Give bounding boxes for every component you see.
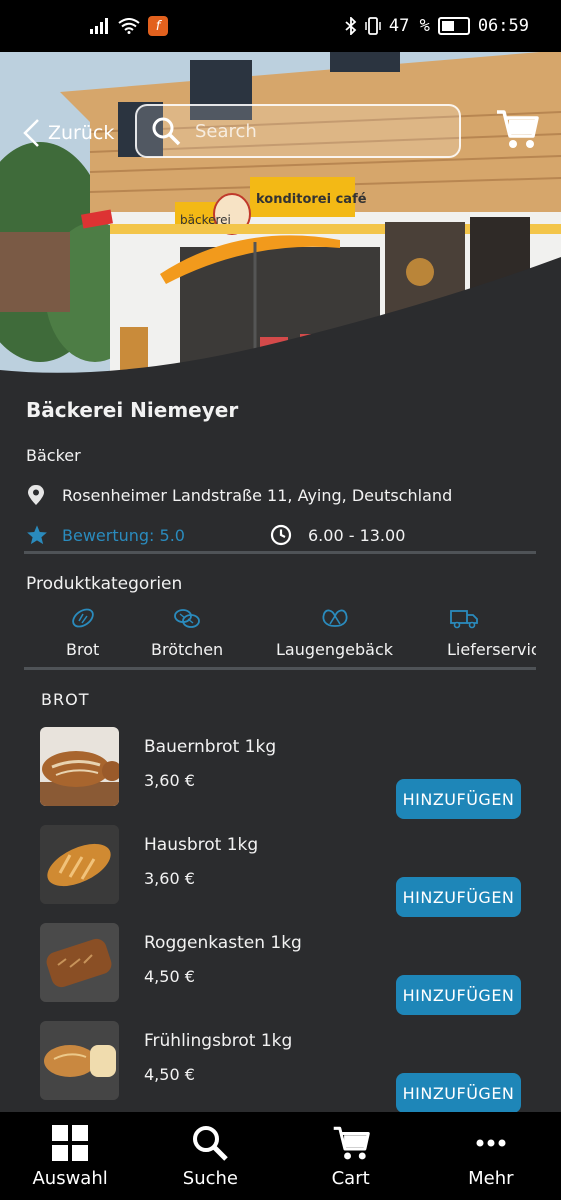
category-label: Brötchen [151,640,224,659]
clock: 06:59 [477,16,529,36]
product-image [40,1021,119,1100]
product-image [40,923,119,1002]
battery-icon [437,17,470,35]
cart-icon [333,1126,370,1159]
signal-icon [90,18,108,34]
search-input[interactable] [193,119,417,143]
back-label: Zurück [48,122,115,144]
nav-auswahl[interactable]: Auswahl [0,1124,140,1189]
bluetooth-icon [345,17,357,35]
rolls-icon [174,609,200,628]
divider [24,667,536,670]
search-icon [193,1125,229,1161]
rating-hours-row: Bewertung: 5.0 6.00 - 13.00 [26,524,536,546]
cart-icon [497,110,539,148]
add-to-cart-button[interactable]: HINZUFÜGEN [396,779,521,819]
location-pin-icon [28,485,44,505]
nav-mehr[interactable]: Mehr [421,1124,561,1189]
section-label: BROT [41,690,90,709]
add-to-cart-button[interactable]: HINZUFÜGEN [396,975,521,1015]
delivery-truck-icon [450,610,478,629]
category-list: Brot Brötchen Laugengebäck Lieferservice [26,606,536,662]
nav-label: Mehr [468,1167,514,1189]
grid-icon [52,1124,89,1161]
nav-label: Suche [182,1167,238,1189]
category-label: Lieferservice [447,640,536,659]
add-to-cart-button[interactable]: HINZUFÜGEN [396,877,521,917]
product-name: Bauernbrot 1kg [144,737,277,757]
chevron-left-icon [23,119,39,147]
categories-title: Produktkategorien [26,574,183,594]
product-item: Roggenkasten 1kg 4,50 € HINZUFÜGEN [40,923,521,1015]
hours-text: 6.00 - 13.00 [308,525,406,545]
more-icon [476,1139,506,1146]
star-icon [27,525,47,545]
bottom-nav: Auswahl Suche Cart Mehr [0,1112,561,1200]
product-name: Roggenkasten 1kg [144,933,302,953]
product-item: Hausbrot 1kg 3,60 € HINZUFÜGEN [40,825,521,917]
battery-percent: 47 % [388,16,430,36]
nav-suche[interactable]: Suche [140,1124,280,1189]
shop-info: Bäckerei Niemeyer Bäcker Rosenheimer Lan… [26,398,536,546]
product-price: 4,50 € [144,967,195,986]
add-to-cart-button[interactable]: HINZUFÜGEN [396,1073,521,1113]
vibrate-icon [365,17,381,35]
bread-icon [71,608,94,628]
sign-cafe: konditorei café [256,192,367,207]
product-name: Hausbrot 1kg [144,835,259,855]
product-image [40,727,119,806]
cart-button[interactable] [495,108,539,154]
wifi-icon [118,18,140,34]
category-label: Brot [66,640,100,659]
category-label: Laugengebäck [276,640,394,659]
product-price: 3,60 € [144,771,195,790]
back-button[interactable]: Zurück [22,118,114,148]
search-icon [152,117,181,146]
opening-hours: 6.00 - 13.00 [270,524,405,546]
product-price: 4,50 € [144,1065,195,1084]
category-broetchen[interactable]: Brötchen [151,606,223,659]
shop-name: Bäckerei Niemeyer [26,398,239,422]
nav-label: Cart [331,1167,370,1189]
search-bar[interactable] [135,104,461,158]
divider [24,551,536,554]
clock-icon [270,524,292,546]
nav-cart[interactable]: Cart [281,1124,421,1189]
product-price: 3,60 € [144,869,195,888]
rating: Bewertung: 5.0 [26,524,270,546]
product-image [40,825,119,904]
shop-address[interactable]: Rosenheimer Landstraße 11, Aying, Deutsc… [26,484,452,506]
product-item: Bauernbrot 1kg 3,60 € HINZUFÜGEN [40,727,521,819]
product-name: Frühlingsbrot 1kg [144,1031,293,1051]
product-item: Frühlingsbrot 1kg 4,50 € HINZUFÜGEN [40,1021,521,1113]
category-lieferservice[interactable]: Lieferservice [447,606,536,659]
category-laugengebaeck[interactable]: Laugengebäck [276,606,393,659]
address-text: Rosenheimer Landstraße 11, Aying, Deutsc… [62,485,453,505]
shop-type: Bäcker [26,446,81,465]
shop-hero-image: bäckerei konditorei café [0,52,561,382]
pretzel-icon [322,609,347,627]
nav-label: Auswahl [32,1167,108,1189]
status-bar: f 47 % 06:59 [0,0,561,52]
category-brot[interactable]: Brot [66,606,99,659]
app-notification-icon: f [148,16,168,36]
rating-text: Bewertung: 5.0 [62,525,185,545]
